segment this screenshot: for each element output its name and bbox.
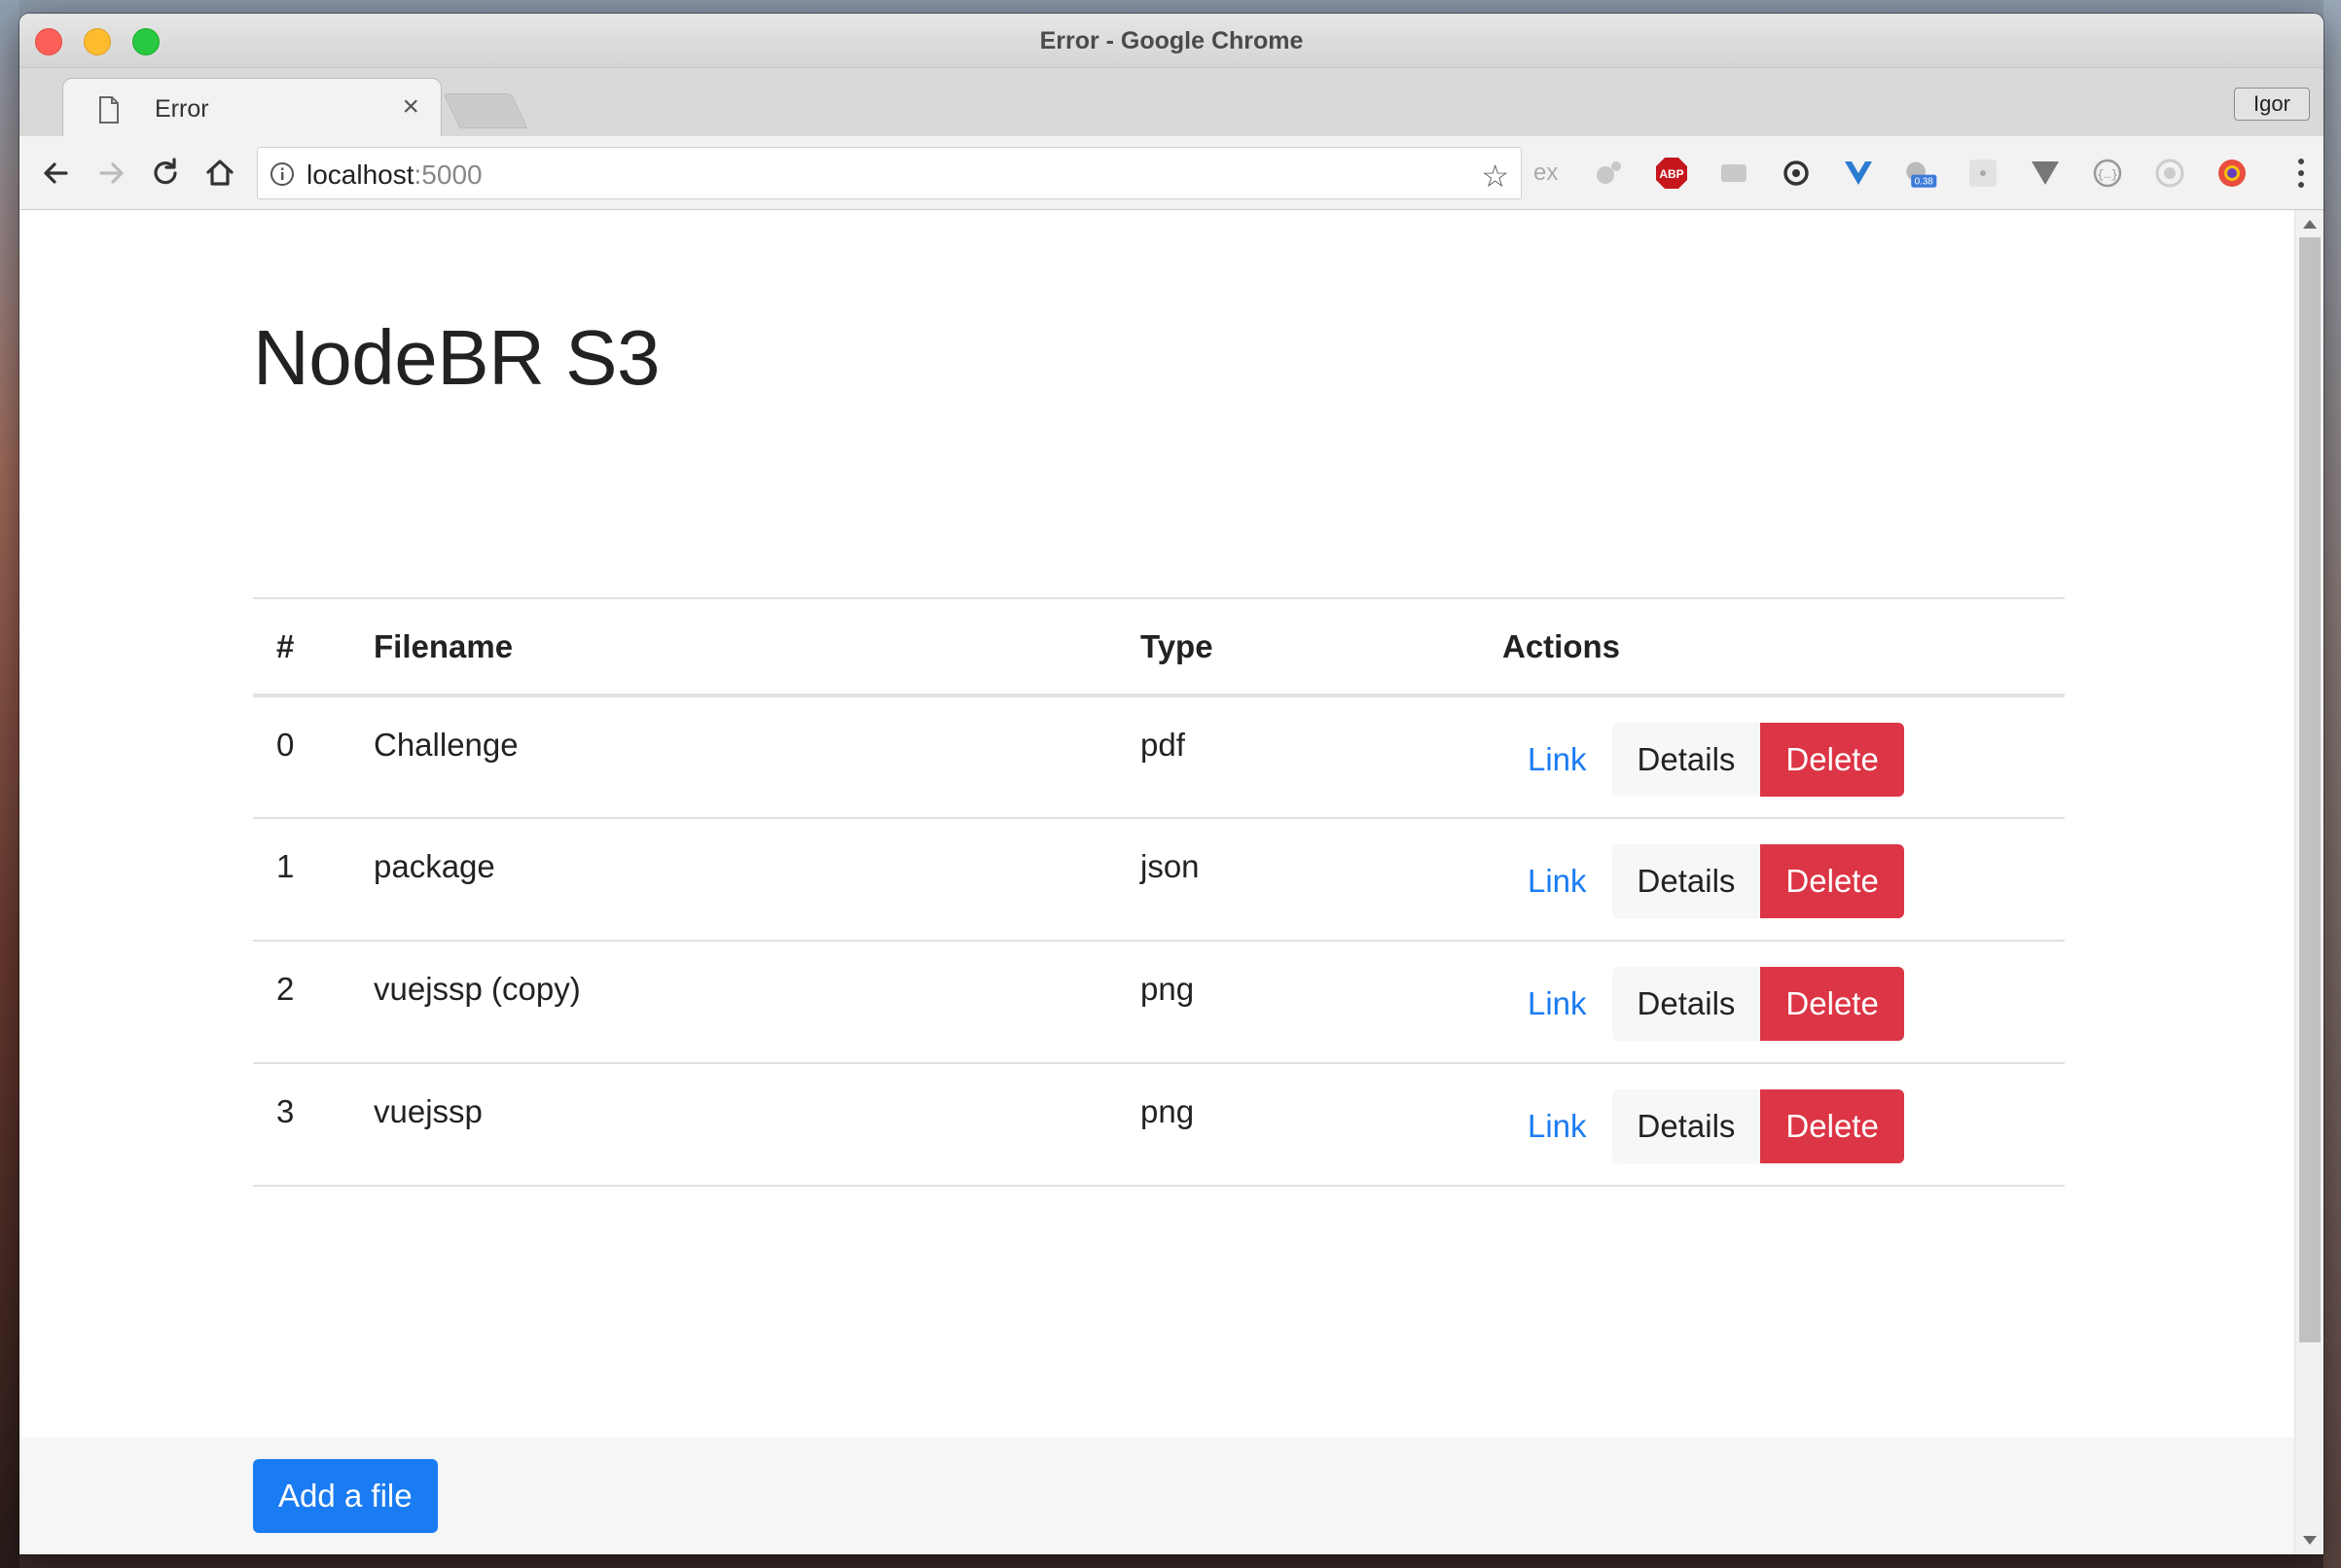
row-index: 3 bbox=[253, 1063, 350, 1187]
url-text: localhost:5000 bbox=[306, 160, 483, 191]
info-icon[interactable] bbox=[270, 161, 295, 187]
row-filename: Challenge bbox=[350, 695, 1117, 819]
column-header-index: # bbox=[253, 597, 350, 697]
desktop-background-right bbox=[2323, 0, 2341, 1568]
svg-text:ex: ex bbox=[1533, 160, 1558, 186]
vertical-scrollbar[interactable] bbox=[2294, 210, 2323, 1554]
document-icon bbox=[99, 96, 119, 124]
tab-active[interactable]: Error × bbox=[62, 78, 442, 138]
json-extension-icon[interactable]: {…} bbox=[2090, 156, 2125, 191]
page-viewport: NodeBR S3 # Filename Type Actions 0 Chal… bbox=[19, 210, 2323, 1554]
details-button[interactable]: Details bbox=[1611, 967, 1761, 1041]
svg-text:0.38: 0.38 bbox=[1915, 176, 1934, 187]
row-index: 1 bbox=[253, 818, 350, 942]
table-row: 3 vuejssp png Link Details Delete bbox=[253, 1063, 2065, 1187]
column-header-type: Type bbox=[1117, 597, 1479, 697]
address-bar[interactable]: localhost:5000 ☆ bbox=[257, 147, 1522, 199]
add-file-button[interactable]: Add a file bbox=[253, 1459, 438, 1533]
menu-dots-icon[interactable] bbox=[2296, 156, 2306, 191]
column-header-filename: Filename bbox=[350, 597, 1117, 697]
sync-extension-icon[interactable] bbox=[1779, 156, 1814, 191]
link-button[interactable]: Link bbox=[1502, 967, 1612, 1041]
bookmark-star-icon[interactable]: ☆ bbox=[1481, 158, 1509, 195]
link-button[interactable]: Link bbox=[1502, 723, 1612, 797]
tab-title: Error bbox=[155, 95, 209, 123]
details-button[interactable]: Details bbox=[1611, 844, 1761, 918]
scroll-down-arrow[interactable] bbox=[2303, 1536, 2317, 1545]
link-button[interactable]: Link bbox=[1502, 844, 1612, 918]
row-type: png bbox=[1117, 1063, 1479, 1187]
row-filename: package bbox=[350, 818, 1117, 942]
react-extension-icon[interactable] bbox=[1965, 156, 2000, 191]
target-extension-icon[interactable] bbox=[2152, 156, 2187, 191]
browser-toolbar: localhost:5000 ☆ ex ABP 0.38 {…} bbox=[19, 136, 2323, 210]
delete-button[interactable]: Delete bbox=[1760, 844, 1904, 918]
table-row: 1 package json Link Details Delete bbox=[253, 818, 2065, 942]
chrome-extension-icon[interactable] bbox=[2215, 156, 2250, 191]
abp-extension-icon[interactable]: ABP bbox=[1654, 156, 1689, 191]
row-actions: Link Details Delete bbox=[1479, 818, 2065, 942]
delete-button[interactable]: Delete bbox=[1760, 967, 1904, 1041]
url-host: localhost bbox=[306, 160, 414, 190]
svg-text:{…}: {…} bbox=[2097, 168, 2118, 182]
cast-extension-icon[interactable] bbox=[1716, 156, 1751, 191]
row-type: json bbox=[1117, 818, 1479, 942]
svg-text:ABP: ABP bbox=[1659, 167, 1683, 181]
link-button[interactable]: Link bbox=[1502, 1089, 1612, 1163]
tab-close-icon[interactable]: × bbox=[402, 90, 419, 124]
page-footer: Add a file bbox=[19, 1438, 2294, 1554]
row-actions: Link Details Delete bbox=[1479, 695, 2065, 819]
delete-button[interactable]: Delete bbox=[1760, 1089, 1904, 1163]
forward-icon[interactable] bbox=[91, 154, 130, 193]
puzzle-extension-icon[interactable] bbox=[1592, 156, 1627, 191]
row-actions: Link Details Delete bbox=[1479, 941, 2065, 1064]
url-port: :5000 bbox=[414, 160, 483, 190]
title-bar: Error - Google Chrome bbox=[19, 14, 2323, 68]
row-index: 2 bbox=[253, 941, 350, 1064]
table-row: 2 vuejssp (copy) png Link Details Delete bbox=[253, 941, 2065, 1064]
window-title: Error - Google Chrome bbox=[1039, 27, 1304, 54]
back-icon[interactable] bbox=[37, 154, 76, 193]
vue-extension-icon[interactable] bbox=[1841, 156, 1876, 191]
row-filename: vuejssp bbox=[350, 1063, 1117, 1187]
column-header-actions: Actions bbox=[1479, 597, 2065, 697]
table-row: 0 Challenge pdf Link Details Delete bbox=[253, 695, 2065, 819]
reload-icon[interactable] bbox=[146, 154, 185, 193]
row-actions: Link Details Delete bbox=[1479, 1063, 2065, 1187]
row-type: pdf bbox=[1117, 695, 1479, 819]
home-icon[interactable] bbox=[200, 154, 239, 193]
row-type: png bbox=[1117, 941, 1479, 1064]
scroll-up-arrow[interactable] bbox=[2303, 220, 2317, 229]
speed-extension-icon[interactable]: 0.38 bbox=[1903, 156, 1946, 191]
browser-window: Error - Google Chrome Error × Igor local… bbox=[19, 14, 2323, 1554]
desktop-background bbox=[0, 0, 19, 1568]
page-title: NodeBR S3 bbox=[253, 314, 660, 401]
new-tab-button[interactable] bbox=[443, 93, 528, 128]
table-header-row: # Filename Type Actions bbox=[253, 597, 2065, 697]
tab-strip: Error × Igor bbox=[19, 68, 2323, 138]
profile-button[interactable]: Igor bbox=[2234, 88, 2310, 121]
row-index: 0 bbox=[253, 695, 350, 819]
details-button[interactable]: Details bbox=[1611, 723, 1761, 797]
ex-extension-icon[interactable]: ex bbox=[1530, 156, 1565, 191]
delete-button[interactable]: Delete bbox=[1760, 723, 1904, 797]
vuetify-extension-icon[interactable] bbox=[2028, 156, 2063, 191]
details-button[interactable]: Details bbox=[1611, 1089, 1761, 1163]
row-filename: vuejssp (copy) bbox=[350, 941, 1117, 1064]
scroll-thumb[interactable] bbox=[2299, 237, 2321, 1342]
files-table: # Filename Type Actions 0 Challenge pdf … bbox=[253, 597, 2065, 1187]
